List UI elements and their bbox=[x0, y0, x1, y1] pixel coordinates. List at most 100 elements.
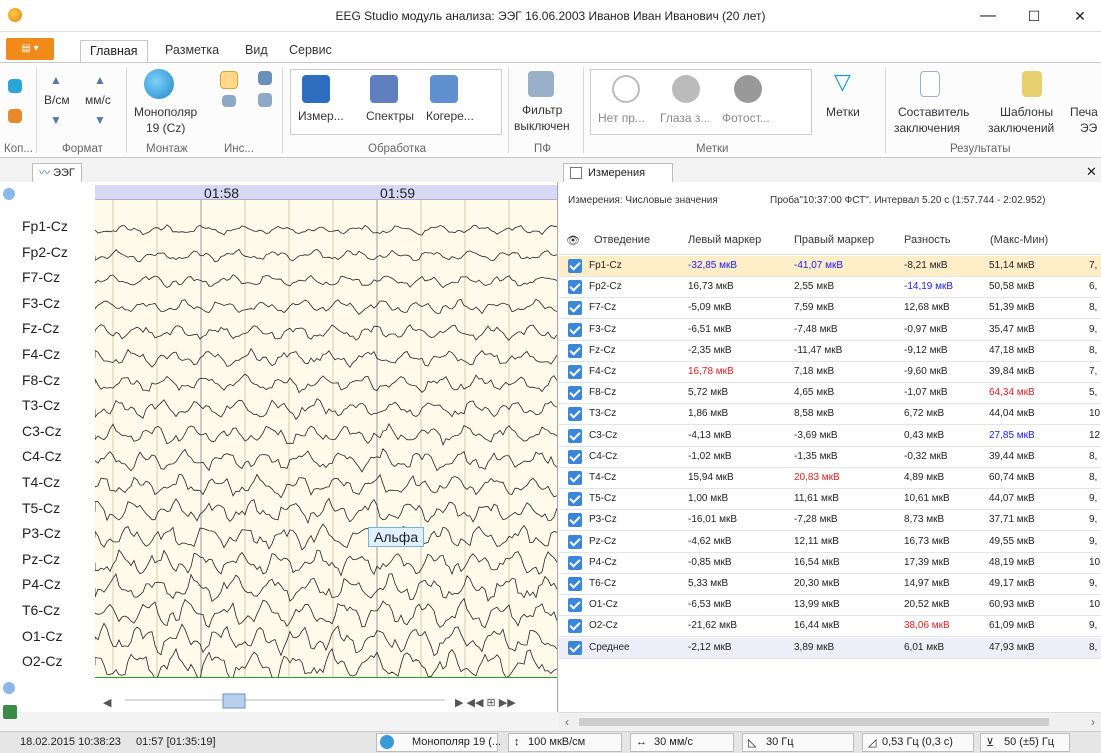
row-checkbox[interactable] bbox=[568, 322, 582, 337]
filter-label[interactable]: Фильтр bbox=[522, 103, 562, 117]
table-row[interactable]: Fz-Cz -2,35 мкВ -11,47 мкВ -9,12 мкВ 47,18 м… bbox=[559, 340, 1101, 362]
file-menu-button[interactable]: ▤ ▾ bbox=[6, 38, 54, 60]
column-header-difference[interactable]: Разность bbox=[904, 234, 950, 246]
spectra-button[interactable]: Спектры bbox=[366, 109, 414, 123]
instrument-cursor-icon[interactable] bbox=[220, 71, 238, 89]
instrument-marker-icon[interactable] bbox=[258, 71, 272, 85]
status-montage[interactable]: Монополяр 19 (... bbox=[412, 736, 501, 748]
print-label[interactable]: Печа bbox=[1070, 105, 1098, 119]
table-row[interactable]: Fp1-Cz -32,85 мкВ -41,07 мкВ -8,21 мкВ 51,14… bbox=[559, 256, 1101, 277]
eye-icon[interactable]: 👁 bbox=[566, 234, 580, 247]
row-checkbox[interactable] bbox=[568, 577, 582, 591]
column-header-lead[interactable]: Отведение bbox=[594, 234, 650, 246]
channel-label[interactable]: T5-Cz bbox=[22, 500, 60, 516]
table-row[interactable]: Pz-Cz -4,62 мкВ 12,11 мкВ 16,73 мкВ 49,55 мк… bbox=[559, 531, 1101, 553]
table-row[interactable]: T3-Cz 1,86 мкВ 8,58 мкВ 6,72 мкВ 44,04 мкВ 10 bbox=[559, 404, 1101, 426]
mark-photo-stimulation[interactable]: Фотост... bbox=[722, 111, 770, 125]
row-checkbox[interactable] bbox=[568, 555, 582, 570]
table-row[interactable]: O2-Cz -21,62 мкВ 16,44 мкВ 38,06 мкВ 61,09 м… bbox=[559, 616, 1101, 638]
coherence-icon[interactable] bbox=[430, 75, 458, 103]
spectra-icon[interactable] bbox=[370, 75, 398, 103]
row-checkbox[interactable] bbox=[568, 619, 582, 634]
montage-sub-label[interactable]: 19 (Cz) bbox=[146, 121, 185, 135]
scale-up-icon[interactable]: ▲ bbox=[50, 73, 62, 87]
channel-label[interactable]: T6-Cz bbox=[22, 602, 60, 618]
channel-label[interactable]: F3-Cz bbox=[22, 295, 60, 311]
table-row[interactable]: F8-Cz 5,72 мкВ 4,65 мкВ -1,07 мкВ 64,34 мкВ 5… bbox=[559, 383, 1101, 405]
marks-filter-icon[interactable]: ▽ bbox=[834, 69, 851, 95]
row-checkbox[interactable] bbox=[568, 492, 582, 507]
compose-conclusion-icon[interactable] bbox=[920, 71, 940, 97]
status-lowpass[interactable]: 30 Гц bbox=[766, 736, 794, 748]
table-row[interactable]: F3-Cz -6,51 мкВ -7,48 мкВ -0,97 мкВ 35,47 мк… bbox=[559, 319, 1101, 341]
table-row[interactable]: T5-Cz 1,00 мкВ 11,61 мкВ 10,61 мкВ 44,07 мкВ… bbox=[559, 489, 1101, 511]
table-row[interactable]: P3-Cz -16,01 мкВ -7,28 мкВ 8,73 мкВ 37,71 мк… bbox=[559, 510, 1101, 532]
row-checkbox[interactable] bbox=[568, 640, 582, 655]
eeg-trace-area[interactable] bbox=[94, 200, 558, 680]
channel-label[interactable]: T4-Cz bbox=[22, 474, 60, 490]
scale-down-icon[interactable]: ▼ bbox=[50, 113, 62, 127]
row-checkbox[interactable] bbox=[568, 365, 582, 379]
eyes-closed-icon[interactable] bbox=[672, 75, 700, 103]
tab-eeg[interactable]: 〰 ЭЭГ bbox=[32, 163, 82, 183]
montage-label[interactable]: Монополяр bbox=[134, 105, 197, 119]
alpha-marker-tag[interactable]: Альфа bbox=[368, 527, 425, 547]
photo-stimulation-icon[interactable] bbox=[734, 75, 762, 103]
channel-label[interactable]: O2-Cz bbox=[22, 653, 62, 669]
expand-icon[interactable] bbox=[3, 682, 15, 694]
grid-icon[interactable] bbox=[3, 705, 17, 719]
row-checkbox[interactable] bbox=[568, 407, 582, 422]
row-checkbox[interactable] bbox=[568, 513, 582, 528]
channel-label[interactable]: O1-Cz bbox=[22, 628, 62, 644]
channel-label[interactable]: T3-Cz bbox=[22, 397, 60, 413]
table-hscroll[interactable]: ‹ › bbox=[559, 712, 1101, 730]
status-speed[interactable]: 30 мм/с bbox=[654, 736, 693, 748]
row-checkbox[interactable] bbox=[568, 449, 582, 464]
measure-icon[interactable] bbox=[302, 75, 330, 103]
row-checkbox[interactable] bbox=[568, 259, 582, 273]
no-sample-icon[interactable] bbox=[612, 75, 640, 103]
row-checkbox[interactable] bbox=[568, 343, 582, 358]
minimize-button[interactable]: — bbox=[965, 0, 1011, 32]
channel-label[interactable]: P3-Cz bbox=[22, 525, 61, 541]
close-button[interactable]: ✕ bbox=[1057, 0, 1101, 32]
instrument-ruler-icon[interactable] bbox=[222, 95, 236, 107]
channel-label[interactable]: Fz-Cz bbox=[22, 320, 59, 336]
measure-button[interactable]: Измер... bbox=[298, 109, 344, 123]
filter-icon[interactable] bbox=[528, 71, 554, 97]
row-checkbox[interactable] bbox=[568, 386, 582, 401]
close-panel-icon[interactable]: ✕ bbox=[1086, 164, 1097, 180]
row-checkbox[interactable] bbox=[568, 428, 582, 443]
templates-sub-label[interactable]: заключений bbox=[988, 121, 1054, 135]
channel-label[interactable]: Pz-Cz bbox=[22, 551, 60, 567]
column-header-range[interactable]: (Макс-Мин) bbox=[990, 234, 1048, 246]
instrument-save-icon[interactable] bbox=[258, 93, 272, 107]
table-row[interactable]: O1-Cz -6,53 мкВ 13,99 мкВ 20,52 мкВ 60,93 мк… bbox=[559, 595, 1101, 617]
table-row[interactable]: Fp2-Cz 16,73 мкВ 2,55 мкВ -14,19 мкВ 50,58 м… bbox=[559, 277, 1101, 299]
channel-label[interactable]: F8-Cz bbox=[22, 372, 60, 388]
table-row[interactable]: T4-Cz 15,94 мкВ 20,83 мкВ 4,89 мкВ 60,74 мкВ… bbox=[559, 468, 1101, 489]
tab-service[interactable]: Сервис bbox=[280, 40, 341, 62]
speed-down-icon[interactable]: ▼ bbox=[94, 113, 106, 127]
maximize-button[interactable]: ☐ bbox=[1011, 0, 1057, 32]
eeg-timeline-scroll[interactable]: ◀ ▶ ◀◀ ⊞ ▶▶ bbox=[95, 692, 557, 710]
row-checkbox[interactable] bbox=[568, 598, 582, 613]
table-row[interactable]: Среднее -2,12 мкВ 3,89 мкВ 6,01 мкВ 47,93 мк… bbox=[559, 637, 1101, 659]
status-sensitivity[interactable]: 100 мкВ/см bbox=[528, 736, 585, 748]
row-checkbox[interactable] bbox=[568, 471, 582, 485]
coherence-button[interactable]: Когере... bbox=[426, 109, 474, 123]
table-row[interactable]: C4-Cz -1,02 мкВ -1,35 мкВ -0,32 мкВ 39,44 мк… bbox=[559, 446, 1101, 468]
table-row[interactable]: F7-Cz -5,09 мкВ 7,59 мкВ 12,68 мкВ 51,39 мкВ… bbox=[559, 298, 1101, 320]
table-row[interactable]: F4-Cz 16,78 мкВ 7,18 мкВ -9,60 мкВ 39,84 мкВ… bbox=[559, 362, 1101, 383]
mark-no-sample[interactable]: Нет пр... bbox=[598, 111, 645, 125]
channel-label[interactable]: F7-Cz bbox=[22, 269, 60, 285]
channel-label[interactable]: Fp2-Cz bbox=[22, 244, 68, 260]
mark-eyes-closed[interactable]: Глаза з... bbox=[660, 111, 710, 125]
status-notch[interactable]: 50 (±5) Гц bbox=[1004, 736, 1054, 748]
filter-sub-label[interactable]: выключен bbox=[514, 119, 570, 133]
print-sub-label[interactable]: ЭЭ bbox=[1080, 121, 1097, 135]
row-checkbox[interactable] bbox=[568, 301, 582, 316]
channel-label[interactable]: P4-Cz bbox=[22, 576, 61, 592]
compose-label[interactable]: Составитель bbox=[898, 105, 969, 119]
paste-icon[interactable] bbox=[8, 109, 22, 123]
